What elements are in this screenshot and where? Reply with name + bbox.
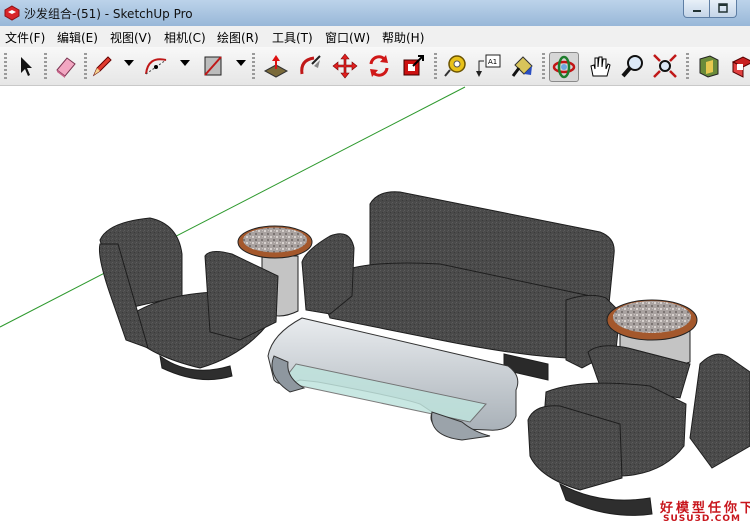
chevron-down-icon[interactable] bbox=[180, 60, 190, 66]
move-icon[interactable] bbox=[331, 52, 359, 80]
chevron-down-icon[interactable] bbox=[124, 60, 134, 66]
text-label-icon[interactable]: A1 bbox=[475, 52, 503, 80]
menu-tools[interactable]: 工具(T) bbox=[272, 29, 313, 46]
menu-camera[interactable]: 相机(C) bbox=[164, 29, 206, 46]
toolbar-grip[interactable] bbox=[4, 53, 7, 79]
select-icon[interactable] bbox=[12, 52, 40, 80]
modeling-viewport[interactable] bbox=[0, 86, 750, 526]
watermark: 好模型任你下 SUSU3D.COM bbox=[660, 497, 750, 526]
toolbar-grip[interactable] bbox=[542, 53, 545, 79]
follow-me-icon[interactable] bbox=[296, 52, 324, 80]
toolbar-grip[interactable] bbox=[686, 53, 689, 79]
watermark-url: SUSU3D.COM bbox=[663, 514, 741, 524]
armchair-right[interactable] bbox=[527, 345, 750, 516]
svg-text:A1: A1 bbox=[488, 58, 497, 66]
minimize-button[interactable] bbox=[683, 0, 711, 18]
sofa-set-model[interactable] bbox=[0, 86, 750, 526]
toolbar-grip[interactable] bbox=[84, 53, 87, 79]
arc-icon[interactable] bbox=[142, 52, 170, 80]
menu-window[interactable]: 窗口(W) bbox=[325, 29, 370, 46]
menu-view[interactable]: 视图(V) bbox=[110, 29, 152, 46]
menu-file[interactable]: 文件(F) bbox=[5, 29, 45, 46]
title-bar: 沙发组合-(51) - SketchUp Pro bbox=[0, 0, 750, 27]
menu-help[interactable]: 帮助(H) bbox=[382, 29, 424, 46]
rotate-icon[interactable] bbox=[365, 52, 393, 80]
scale-icon[interactable] bbox=[399, 52, 427, 80]
maximize-button[interactable] bbox=[709, 0, 737, 18]
toolbar: A1 bbox=[0, 47, 750, 86]
push-pull-icon[interactable] bbox=[262, 52, 290, 80]
toolbar-grip[interactable] bbox=[434, 53, 437, 79]
pan-icon[interactable] bbox=[585, 52, 613, 80]
sketchup-app-icon[interactable] bbox=[4, 5, 20, 21]
components-icon[interactable] bbox=[695, 52, 723, 80]
menu-draw[interactable]: 绘图(R) bbox=[217, 29, 259, 46]
materials-icon[interactable] bbox=[729, 52, 750, 80]
paint-bucket-icon[interactable] bbox=[509, 52, 537, 80]
menu-bar: 文件(F) 编辑(E) 视图(V) 相机(C) 绘图(R) 工具(T) 窗口(W… bbox=[0, 26, 750, 47]
window-title: 沙发组合-(51) - SketchUp Pro bbox=[24, 7, 193, 21]
toolbar-grip[interactable] bbox=[44, 53, 47, 79]
zoom-icon[interactable] bbox=[619, 52, 647, 80]
toolbar-grip[interactable] bbox=[252, 53, 255, 79]
menu-edit[interactable]: 编辑(E) bbox=[57, 29, 98, 46]
pencil-icon[interactable] bbox=[88, 52, 116, 80]
zoom-extents-icon[interactable] bbox=[651, 52, 679, 80]
orbit-icon[interactable] bbox=[549, 52, 579, 82]
chevron-down-icon[interactable] bbox=[236, 60, 246, 66]
tape-measure-icon[interactable] bbox=[442, 52, 470, 80]
rectangle-icon[interactable] bbox=[199, 52, 227, 80]
eraser-icon[interactable] bbox=[52, 52, 80, 80]
